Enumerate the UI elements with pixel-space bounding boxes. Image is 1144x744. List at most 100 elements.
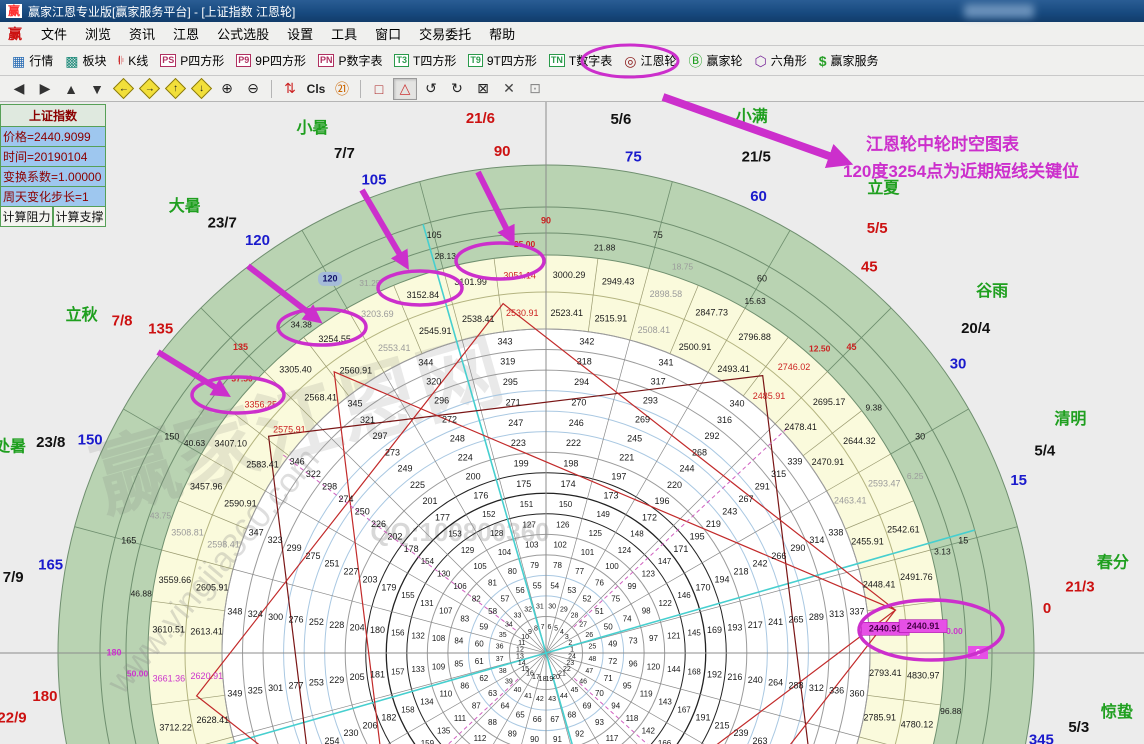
svg-text:120: 120 (322, 273, 337, 283)
pan-up-button[interactable]: ↑ (163, 78, 187, 100)
svg-text:293: 293 (643, 395, 658, 405)
svg-text:2560.91: 2560.91 (340, 366, 373, 376)
svg-text:0: 0 (1043, 600, 1051, 617)
svg-text:324: 324 (248, 609, 263, 619)
triangle-tool-button[interactable]: △ (393, 78, 417, 100)
svg-text:276: 276 (289, 614, 304, 624)
svg-text:45: 45 (846, 342, 856, 352)
select-box-button[interactable]: ⊠ (471, 78, 495, 100)
toolbar-button-赢家服务[interactable]: $赢家服务 (813, 49, 885, 72)
menu-item-工具[interactable]: 工具 (322, 25, 366, 44)
svg-text:245: 245 (627, 433, 642, 443)
svg-text:30: 30 (915, 431, 925, 441)
svg-text:204: 204 (350, 623, 365, 633)
toolbar-button-T数字表[interactable]: TNT数字表 (543, 49, 618, 72)
svg-text:0: 0 (975, 647, 980, 657)
menu-item-浏览[interactable]: 浏览 (76, 25, 120, 44)
svg-text:2491.76: 2491.76 (900, 572, 933, 582)
toolbar-button-江恩轮[interactable]: ◎江恩轮 (618, 49, 682, 72)
toolbar-button-P四方形[interactable]: PSP四方形 (154, 49, 230, 72)
svg-text:23: 23 (566, 660, 574, 667)
square-tool-button[interactable]: □ (367, 78, 391, 100)
svg-text:340: 340 (729, 398, 744, 408)
calendar-button[interactable]: ㉑ (330, 78, 354, 100)
pan-down-icon: ↓ (190, 78, 211, 99)
svg-text:166: 166 (658, 739, 672, 744)
rotate-cw-button[interactable]: ↻ (445, 78, 469, 100)
menu-bar: 赢 文件浏览资讯江恩公式选股设置工具窗口交易委托帮助 (0, 22, 1144, 46)
svg-text:3203.69: 3203.69 (361, 309, 394, 319)
svg-text:269: 269 (635, 414, 650, 424)
svg-text:5/3: 5/3 (1068, 719, 1089, 736)
svg-text:292: 292 (704, 431, 719, 441)
toolbar-button-行情[interactable]: ▦行情 (6, 49, 59, 72)
button-计算阻力[interactable]: 计算阻力 (0, 207, 53, 227)
pan-down-button[interactable]: ↓ (189, 78, 213, 100)
menu-item-设置[interactable]: 设置 (278, 25, 322, 44)
toolbar-button-T四方形[interactable]: T3T四方形 (388, 49, 462, 72)
toolbar-button-赢家轮[interactable]: Ⓑ赢家轮 (682, 49, 748, 72)
svg-text:2478.41: 2478.41 (784, 422, 817, 432)
toolbar-label: K线 (128, 52, 148, 69)
svg-text:104: 104 (498, 548, 512, 557)
svg-text:175: 175 (516, 479, 531, 489)
svg-text:125: 125 (589, 529, 603, 538)
time-updown-button[interactable]: ⇅ (278, 78, 302, 100)
menu-item-资讯[interactable]: 资讯 (120, 25, 164, 44)
svg-text:246: 246 (569, 418, 584, 428)
svg-text:171: 171 (673, 544, 688, 554)
svg-text:4: 4 (560, 629, 564, 636)
menu-item-窗口[interactable]: 窗口 (366, 25, 410, 44)
svg-text:62: 62 (479, 674, 488, 683)
toolbar-label: T四方形 (413, 52, 456, 69)
svg-text:249: 249 (397, 464, 412, 474)
toolbar-button-P数字表[interactable]: PNP数字表 (312, 49, 389, 72)
kline-icon: 𝄅𝄆 (119, 54, 125, 68)
pan-left-button[interactable]: ← (111, 78, 135, 100)
menu-item-江恩[interactable]: 江恩 (164, 25, 208, 44)
toolbar-button-板块[interactable]: ▩板块 (59, 49, 112, 72)
svg-text:88: 88 (488, 718, 497, 727)
toolbar-button-六角形[interactable]: ⬡六角形 (748, 49, 812, 72)
menu-item-交易委托[interactable]: 交易委托 (410, 25, 480, 44)
window-controls[interactable] (964, 4, 1034, 18)
zoom-out-button[interactable]: ⊖ (241, 78, 265, 100)
svg-text:清明: 清明 (1054, 410, 1086, 428)
menu-item-文件[interactable]: 文件 (32, 25, 76, 44)
toolbar-button-K线[interactable]: 𝄅𝄆K线 (113, 49, 155, 72)
cls-button[interactable]: Cls (304, 78, 328, 100)
svg-text:173: 173 (604, 490, 619, 500)
svg-text:87: 87 (472, 702, 481, 711)
svg-text:248: 248 (450, 433, 465, 443)
screen-button[interactable]: ⊡ (523, 78, 547, 100)
svg-text:40: 40 (514, 687, 522, 694)
toolbar-button-9T四方形[interactable]: T99T四方形 (462, 49, 543, 72)
pan-right-button[interactable]: → (137, 78, 161, 100)
down-button[interactable]: ▼ (85, 78, 109, 100)
shrink-button[interactable]: ✕ (497, 78, 521, 100)
rotate-ccw-button[interactable]: ↺ (419, 78, 443, 100)
svg-text:222: 222 (566, 438, 581, 448)
up-button[interactable]: ▲ (59, 78, 83, 100)
svg-text:143: 143 (658, 697, 672, 706)
svg-text:336: 336 (829, 686, 844, 696)
menu-item-公式选股[interactable]: 公式选股 (208, 25, 278, 44)
svg-text:2613.41: 2613.41 (190, 627, 223, 637)
zoom-in-button[interactable]: ⊕ (215, 78, 239, 100)
svg-text:121: 121 (667, 631, 681, 640)
menu-item-帮助[interactable]: 帮助 (480, 25, 524, 44)
svg-text:3508.81: 3508.81 (171, 527, 204, 537)
toolbar-label: 赢家服务 (831, 52, 879, 69)
button-计算支撑[interactable]: 计算支撑 (53, 207, 106, 227)
next-button[interactable]: ▶ (33, 78, 57, 100)
svg-text:2590.91: 2590.91 (224, 498, 257, 508)
prev-button[interactable]: ◀ (7, 78, 31, 100)
main-toolbar: ▦行情▩板块𝄅𝄆K线PSP四方形P99P四方形PNP数字表T3T四方形T99T四… (0, 46, 1144, 76)
svg-text:179: 179 (381, 582, 396, 592)
toolbar-button-9P四方形[interactable]: P99P四方形 (230, 49, 312, 72)
svg-text:2746.02: 2746.02 (778, 362, 811, 372)
svg-text:96.88: 96.88 (940, 706, 962, 716)
svg-text:153: 153 (448, 530, 462, 539)
svg-text:118: 118 (626, 714, 639, 723)
svg-text:346: 346 (290, 456, 305, 466)
